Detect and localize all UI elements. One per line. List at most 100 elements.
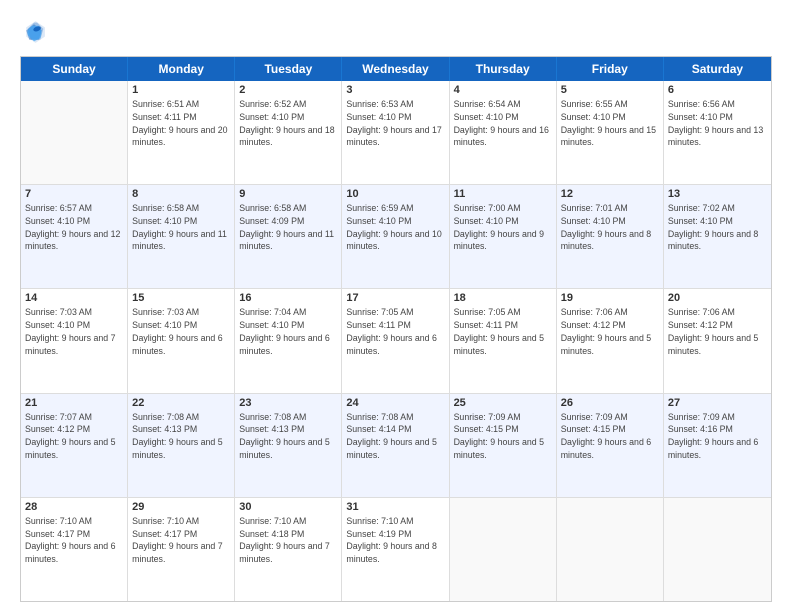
calendar-cell-2-4: 10 Sunrise: 6:59 AMSunset: 4:10 PMDayligh… xyxy=(342,185,449,288)
day-number: 2 xyxy=(239,84,337,96)
weekday-header-tuesday: Tuesday xyxy=(235,57,342,81)
sun-info: Sunrise: 7:09 AMSunset: 4:16 PMDaylight:… xyxy=(668,411,767,462)
day-number: 22 xyxy=(132,397,230,409)
day-number: 7 xyxy=(25,188,123,200)
calendar-cell-5-6 xyxy=(557,498,664,601)
sun-info: Sunrise: 7:03 AMSunset: 4:10 PMDaylight:… xyxy=(25,306,123,357)
day-number: 19 xyxy=(561,292,659,304)
day-number: 18 xyxy=(454,292,552,304)
calendar-cell-3-2: 15Sunrise: 7:03 AMSunset: 4:10 PMDayligh… xyxy=(128,289,235,392)
day-number: 13 xyxy=(668,188,767,200)
day-number: 8 xyxy=(132,188,230,200)
sun-info: Sunrise: 7:10 AMSunset: 4:17 PMDaylight:… xyxy=(132,515,230,566)
weekday-header-monday: Monday xyxy=(128,57,235,81)
day-number: 16 xyxy=(239,292,337,304)
sun-info: Sunrise: 7:01 AMSunset: 4:10 PMDaylight:… xyxy=(561,202,659,253)
day-number: 14 xyxy=(25,292,123,304)
calendar-cell-3-5: 18 Sunrise: 7:05 AMSunset: 4:11 PMDayligh… xyxy=(450,289,557,392)
day-number: 24 xyxy=(346,397,444,409)
sun-info: Sunrise: 6:51 AMSunset: 4:11 PMDaylight:… xyxy=(132,98,230,149)
calendar-cell-5-4: 31 Sunrise: 7:10 AMSunset: 4:19 PMDayligh… xyxy=(342,498,449,601)
weekday-header-saturday: Saturday xyxy=(664,57,771,81)
logo xyxy=(20,18,52,46)
day-number: 1 xyxy=(132,84,230,96)
calendar-cell-3-1: 14 Sunrise: 7:03 AMSunset: 4:10 PMDayligh… xyxy=(21,289,128,392)
calendar-cell-4-5: 25 Sunrise: 7:09 AMSunset: 4:15 PMDayligh… xyxy=(450,394,557,497)
calendar-cell-1-5: 4 Sunrise: 6:54 AMSunset: 4:10 PMDaylight… xyxy=(450,81,557,184)
sun-info: Sunrise: 7:08 AMSunset: 4:14 PMDaylight:… xyxy=(346,411,444,462)
calendar-cell-2-2: 8 Sunrise: 6:58 AMSunset: 4:10 PMDaylight… xyxy=(128,185,235,288)
day-number: 12 xyxy=(561,188,659,200)
sun-info: Sunrise: 7:02 AMSunset: 4:10 PMDaylight:… xyxy=(668,202,767,253)
day-number: 30 xyxy=(239,501,337,513)
day-number: 5 xyxy=(561,84,659,96)
calendar-cell-5-2: 29Sunrise: 7:10 AMSunset: 4:17 PMDayligh… xyxy=(128,498,235,601)
sun-info: Sunrise: 6:55 AMSunset: 4:10 PMDaylight:… xyxy=(561,98,659,149)
day-number: 21 xyxy=(25,397,123,409)
calendar-cell-3-7: 20Sunrise: 7:06 AMSunset: 4:12 PMDayligh… xyxy=(664,289,771,392)
sun-info: Sunrise: 7:10 AMSunset: 4:18 PMDaylight:… xyxy=(239,515,337,566)
weekday-header-wednesday: Wednesday xyxy=(342,57,449,81)
calendar-cell-3-6: 19 Sunrise: 7:06 AMSunset: 4:12 PMDayligh… xyxy=(557,289,664,392)
calendar: SundayMondayTuesdayWednesdayThursdayFrid… xyxy=(20,56,772,602)
sun-info: Sunrise: 7:08 AMSunset: 4:13 PMDaylight:… xyxy=(239,411,337,462)
calendar-cell-4-7: 27Sunrise: 7:09 AMSunset: 4:16 PMDayligh… xyxy=(664,394,771,497)
calendar-week-5: 28 Sunrise: 7:10 AMSunset: 4:17 PMDayligh… xyxy=(21,498,771,601)
calendar-cell-2-3: 9 Sunrise: 6:58 AMSunset: 4:09 PMDaylight… xyxy=(235,185,342,288)
day-number: 31 xyxy=(346,501,444,513)
sun-info: Sunrise: 7:09 AMSunset: 4:15 PMDaylight:… xyxy=(561,411,659,462)
calendar-cell-2-1: 7 Sunrise: 6:57 AMSunset: 4:10 PMDaylight… xyxy=(21,185,128,288)
calendar-cell-2-7: 13 Sunrise: 7:02 AMSunset: 4:10 PMDayligh… xyxy=(664,185,771,288)
sun-info: Sunrise: 6:58 AMSunset: 4:10 PMDaylight:… xyxy=(132,202,230,253)
sun-info: Sunrise: 7:05 AMSunset: 4:11 PMDaylight:… xyxy=(454,306,552,357)
calendar-cell-5-3: 30 Sunrise: 7:10 AMSunset: 4:18 PMDayligh… xyxy=(235,498,342,601)
day-number: 26 xyxy=(561,397,659,409)
calendar-week-2: 7 Sunrise: 6:57 AMSunset: 4:10 PMDaylight… xyxy=(21,185,771,289)
day-number: 3 xyxy=(346,84,444,96)
sun-info: Sunrise: 6:52 AMSunset: 4:10 PMDaylight:… xyxy=(239,98,337,149)
calendar-cell-1-3: 2 Sunrise: 6:52 AMSunset: 4:10 PMDaylight… xyxy=(235,81,342,184)
calendar-cell-2-5: 11Sunrise: 7:00 AMSunset: 4:10 PMDayligh… xyxy=(450,185,557,288)
sun-info: Sunrise: 6:58 AMSunset: 4:09 PMDaylight:… xyxy=(239,202,337,253)
sun-info: Sunrise: 7:09 AMSunset: 4:15 PMDaylight:… xyxy=(454,411,552,462)
day-number: 9 xyxy=(239,188,337,200)
weekday-header-sunday: Sunday xyxy=(21,57,128,81)
weekday-header-thursday: Thursday xyxy=(450,57,557,81)
sun-info: Sunrise: 6:57 AMSunset: 4:10 PMDaylight:… xyxy=(25,202,123,253)
sun-info: Sunrise: 7:04 AMSunset: 4:10 PMDaylight:… xyxy=(239,306,337,357)
sun-info: Sunrise: 6:59 AMSunset: 4:10 PMDaylight:… xyxy=(346,202,444,253)
calendar-cell-1-4: 3Sunrise: 6:53 AMSunset: 4:10 PMDaylight… xyxy=(342,81,449,184)
day-number: 15 xyxy=(132,292,230,304)
sun-info: Sunrise: 7:00 AMSunset: 4:10 PMDaylight:… xyxy=(454,202,552,253)
day-number: 28 xyxy=(25,501,123,513)
sun-info: Sunrise: 7:10 AMSunset: 4:19 PMDaylight:… xyxy=(346,515,444,566)
calendar-cell-4-1: 21 Sunrise: 7:07 AMSunset: 4:12 PMDayligh… xyxy=(21,394,128,497)
calendar-week-4: 21 Sunrise: 7:07 AMSunset: 4:12 PMDayligh… xyxy=(21,394,771,498)
calendar-cell-1-2: 1 Sunrise: 6:51 AMSunset: 4:11 PMDaylight… xyxy=(128,81,235,184)
sun-info: Sunrise: 7:08 AMSunset: 4:13 PMDaylight:… xyxy=(132,411,230,462)
weekday-header-friday: Friday xyxy=(557,57,664,81)
sun-info: Sunrise: 6:54 AMSunset: 4:10 PMDaylight:… xyxy=(454,98,552,149)
logo-icon xyxy=(20,18,48,46)
calendar-week-3: 14 Sunrise: 7:03 AMSunset: 4:10 PMDayligh… xyxy=(21,289,771,393)
calendar-cell-3-3: 16 Sunrise: 7:04 AMSunset: 4:10 PMDayligh… xyxy=(235,289,342,392)
calendar-header: SundayMondayTuesdayWednesdayThursdayFrid… xyxy=(21,57,771,81)
calendar-cell-1-1 xyxy=(21,81,128,184)
calendar-cell-5-7 xyxy=(664,498,771,601)
day-number: 6 xyxy=(668,84,767,96)
calendar-cell-4-2: 22 Sunrise: 7:08 AMSunset: 4:13 PMDayligh… xyxy=(128,394,235,497)
sun-info: Sunrise: 6:56 AMSunset: 4:10 PMDaylight:… xyxy=(668,98,767,149)
sun-info: Sunrise: 7:05 AMSunset: 4:11 PMDaylight:… xyxy=(346,306,444,357)
day-number: 10 xyxy=(346,188,444,200)
sun-info: Sunrise: 7:07 AMSunset: 4:12 PMDaylight:… xyxy=(25,411,123,462)
day-number: 25 xyxy=(454,397,552,409)
calendar-cell-4-4: 24 Sunrise: 7:08 AMSunset: 4:14 PMDayligh… xyxy=(342,394,449,497)
header xyxy=(20,18,772,46)
sun-info: Sunrise: 7:06 AMSunset: 4:12 PMDaylight:… xyxy=(561,306,659,357)
calendar-cell-4-3: 23Sunrise: 7:08 AMSunset: 4:13 PMDayligh… xyxy=(235,394,342,497)
calendar-cell-5-5 xyxy=(450,498,557,601)
day-number: 4 xyxy=(454,84,552,96)
day-number: 17 xyxy=(346,292,444,304)
calendar-cell-1-6: 5 Sunrise: 6:55 AMSunset: 4:10 PMDaylight… xyxy=(557,81,664,184)
calendar-week-1: 1 Sunrise: 6:51 AMSunset: 4:11 PMDaylight… xyxy=(21,81,771,185)
